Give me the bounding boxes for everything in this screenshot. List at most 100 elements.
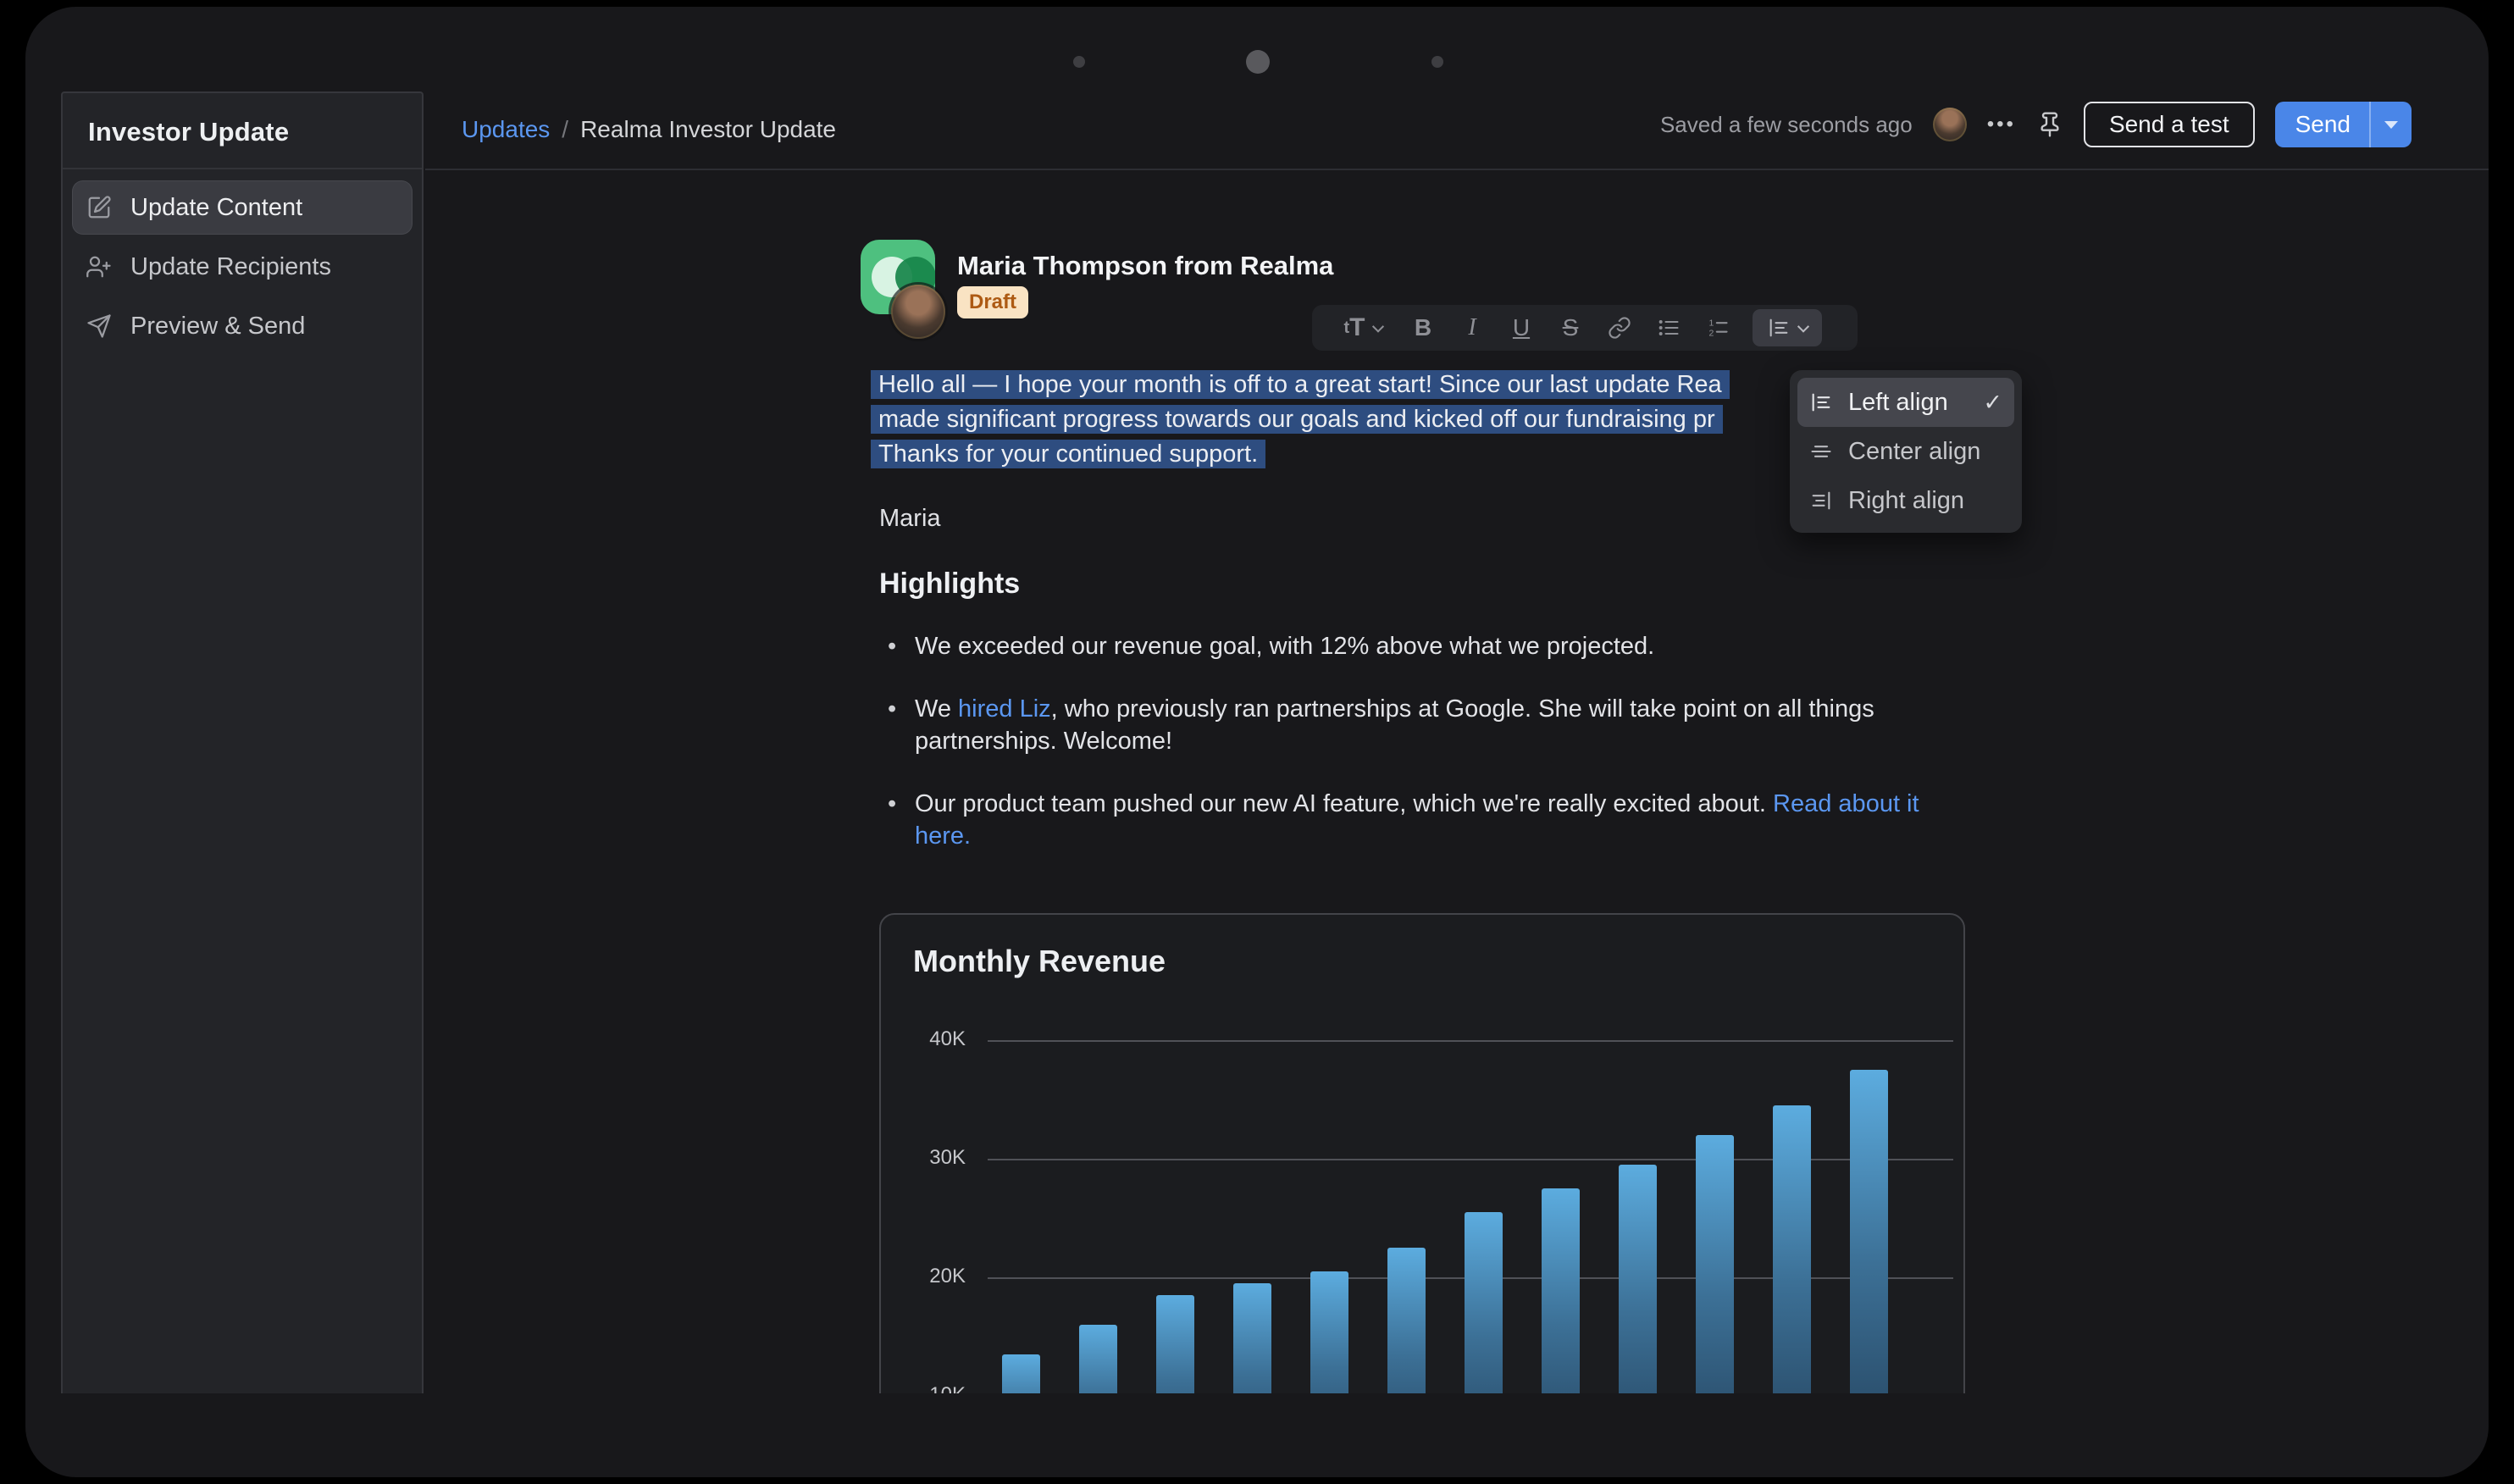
bullet-marker: • bbox=[888, 693, 896, 725]
y-axis-tick-label: 30K bbox=[881, 1146, 966, 1170]
selected-text: made significant progress towards our go… bbox=[871, 405, 1723, 434]
underline-icon: U bbox=[1513, 314, 1530, 341]
toolbar-numbered-list-button[interactable]: 12 bbox=[1693, 309, 1742, 346]
menu-item-center-align[interactable]: Center align bbox=[1797, 427, 2014, 476]
sidebar-item-label: Update Content bbox=[130, 194, 302, 222]
revenue-bar bbox=[1002, 1354, 1040, 1393]
revenue-bar bbox=[1310, 1271, 1348, 1393]
send-options-toggle[interactable] bbox=[2369, 102, 2412, 147]
toolbar-italic-button[interactable]: I bbox=[1448, 309, 1497, 346]
strikethrough-icon: S bbox=[1563, 314, 1579, 341]
selected-text: Hello all — I hope your month is off to … bbox=[871, 370, 1730, 399]
pin-icon[interactable] bbox=[2036, 111, 2063, 138]
revenue-bar bbox=[1542, 1188, 1580, 1393]
sidebar-items: Update Content Update Recipients Preview &… bbox=[63, 169, 422, 371]
more-menu-icon[interactable]: ••• bbox=[1987, 113, 2016, 136]
bullet-marker: • bbox=[888, 788, 896, 820]
revenue-bar bbox=[1773, 1105, 1811, 1393]
sender-name: Maria Thompson from Realma bbox=[957, 251, 1333, 281]
menu-item-label: Left align bbox=[1848, 389, 1948, 417]
list-item-text: Our product team pushed our new AI featu… bbox=[915, 790, 1773, 817]
list-item-text: We exceeded our revenue goal, with 12% a… bbox=[915, 633, 1654, 660]
align-right-icon bbox=[1809, 489, 1833, 512]
edit-icon bbox=[86, 195, 112, 220]
header-actions: Saved a few seconds ago ••• Send a test … bbox=[1660, 102, 2412, 147]
svg-text:2: 2 bbox=[1709, 328, 1714, 338]
list-item: • Our product team pushed our new AI feat… bbox=[879, 788, 1930, 852]
user-avatar[interactable] bbox=[1933, 108, 1967, 141]
text-size-icon: T bbox=[1349, 313, 1365, 342]
chart-card: Monthly Revenue 40K30K20K10K bbox=[879, 913, 1965, 1393]
chart-gridline bbox=[988, 1040, 1953, 1042]
bullet-marker: • bbox=[888, 630, 896, 662]
user-plus-icon bbox=[86, 254, 112, 280]
align-left-icon bbox=[1809, 390, 1833, 414]
signature-text[interactable]: Maria bbox=[879, 505, 941, 533]
toolbar-strikethrough-button[interactable]: S bbox=[1546, 309, 1595, 346]
inline-link[interactable]: hired Liz bbox=[958, 695, 1051, 723]
toolbar-underline-button[interactable]: U bbox=[1497, 309, 1546, 346]
list-item: • We hired Liz, who previously ran partne… bbox=[879, 693, 1930, 757]
highlights-list[interactable]: • We exceeded our revenue goal, with 12% … bbox=[879, 630, 1930, 883]
sidebar-item-label: Preview & Send bbox=[130, 313, 305, 341]
revenue-bar bbox=[1850, 1070, 1888, 1393]
revenue-bar bbox=[1079, 1325, 1117, 1393]
check-icon: ✓ bbox=[1983, 390, 2002, 416]
toolbar-link-button[interactable] bbox=[1595, 309, 1644, 346]
chevron-down-icon bbox=[1797, 321, 1809, 333]
list-item-text: We bbox=[915, 695, 958, 723]
carousel-dot[interactable] bbox=[1431, 56, 1443, 68]
toolbar-align-button[interactable] bbox=[1753, 309, 1822, 346]
sidebar-item-update-recipients[interactable]: Update Recipients bbox=[73, 241, 412, 293]
y-axis-tick-label: 40K bbox=[881, 1027, 966, 1051]
send-plane-icon bbox=[86, 313, 112, 339]
page: Investor Update Update Content Update Rec… bbox=[0, 0, 2514, 1484]
chevron-down-icon bbox=[1371, 321, 1383, 333]
sender-avatar bbox=[891, 285, 945, 339]
breadcrumb: Updates / Realma Investor Update bbox=[462, 116, 836, 143]
revenue-bar bbox=[1465, 1212, 1503, 1393]
align-center-icon bbox=[1809, 440, 1833, 463]
chevron-down-icon bbox=[2384, 121, 2398, 129]
revenue-bar bbox=[1233, 1283, 1271, 1393]
send-button-label: Send bbox=[2275, 102, 2369, 147]
y-axis-tick-label: 10K bbox=[881, 1383, 966, 1393]
revenue-bar bbox=[1696, 1135, 1734, 1393]
status-badge: Draft bbox=[957, 286, 1028, 318]
highlights-heading[interactable]: Highlights bbox=[879, 568, 1020, 601]
list-item-text: , who previously ran partnerships at Goo… bbox=[915, 695, 1874, 755]
selected-text: Thanks for your continued support. bbox=[871, 440, 1265, 468]
app-window: Investor Update Update Content Update Rec… bbox=[25, 7, 2489, 1477]
numbered-list-icon: 12 bbox=[1706, 316, 1730, 340]
italic-icon: I bbox=[1468, 314, 1476, 341]
bold-icon: B bbox=[1415, 314, 1431, 341]
saved-status: Saved a few seconds ago bbox=[1660, 112, 1913, 138]
toolbar-bullet-list-button[interactable] bbox=[1644, 309, 1693, 346]
sidebar-item-preview-send[interactable]: Preview & Send bbox=[73, 300, 412, 352]
sidebar-title: Investor Update bbox=[63, 93, 422, 169]
toolbar-text-size-button[interactable]: tT bbox=[1327, 309, 1398, 346]
menu-item-label: Right align bbox=[1848, 487, 1964, 515]
sidebar-item-label: Update Recipients bbox=[130, 253, 331, 281]
y-axis-tick-label: 20K bbox=[881, 1265, 966, 1288]
breadcrumb-updates-link[interactable]: Updates bbox=[462, 116, 550, 143]
send-test-button[interactable]: Send a test bbox=[2084, 102, 2255, 147]
align-dropdown-menu: Left align ✓ Center align Right align bbox=[1790, 370, 2022, 533]
list-item: • We exceeded our revenue goal, with 12% … bbox=[879, 630, 1930, 662]
send-button[interactable]: Send bbox=[2275, 102, 2412, 147]
menu-item-right-align[interactable]: Right align bbox=[1797, 476, 2014, 525]
menu-item-left-align[interactable]: Left align ✓ bbox=[1797, 378, 2014, 427]
revenue-bar bbox=[1619, 1165, 1657, 1393]
breadcrumb-separator: / bbox=[562, 116, 568, 143]
sidebar: Investor Update Update Content Update Rec… bbox=[61, 91, 424, 1393]
text-size-icon: t bbox=[1344, 318, 1350, 338]
formatting-toolbar: tT B I U S 12 bbox=[1312, 305, 1858, 351]
breadcrumb-current: Realma Investor Update bbox=[580, 116, 836, 143]
link-icon bbox=[1608, 316, 1631, 340]
carousel-dot-active[interactable] bbox=[1246, 50, 1270, 74]
revenue-bar bbox=[1156, 1295, 1194, 1393]
toolbar-bold-button[interactable]: B bbox=[1398, 309, 1448, 346]
app-content: Investor Update Update Content Update Rec… bbox=[25, 7, 2489, 1393]
sidebar-item-update-content[interactable]: Update Content bbox=[73, 181, 412, 234]
carousel-dot[interactable] bbox=[1073, 56, 1085, 68]
